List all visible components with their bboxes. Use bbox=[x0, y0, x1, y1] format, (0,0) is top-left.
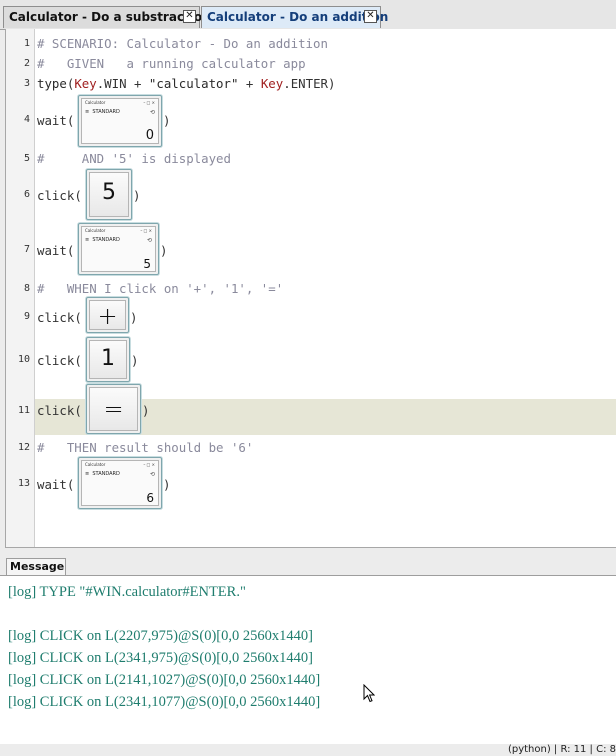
key-equals-pattern[interactable]: = bbox=[86, 384, 141, 434]
key-attr: .ENTER bbox=[283, 76, 328, 91]
close-paren: ) bbox=[163, 477, 171, 492]
status-bar: (python) | R: 11 | C: 8 bbox=[0, 744, 616, 756]
close-icon[interactable]: ✕ bbox=[364, 10, 377, 23]
mini-menu-label: ≡ STANDARD bbox=[85, 471, 120, 477]
open-paren: ( bbox=[74, 353, 82, 368]
calculator-screenshot-pattern[interactable]: Calculator – □ × ≡ STANDARD ⟲ 5 bbox=[78, 223, 159, 275]
line-number: 9 bbox=[23, 311, 30, 322]
line-number: 6 bbox=[23, 189, 30, 200]
open-paren: ( bbox=[74, 403, 82, 418]
function-name: click bbox=[37, 403, 75, 418]
status-text: (python) | R: 11 | C: 8 bbox=[507, 744, 616, 755]
code-line-click: click( bbox=[37, 310, 82, 325]
string-literal: "calculator" bbox=[148, 76, 239, 91]
line-number: 3 bbox=[23, 78, 30, 89]
open-paren: ( bbox=[66, 113, 75, 128]
function-name: wait bbox=[37, 477, 67, 492]
close-paren: ) bbox=[160, 243, 168, 258]
mini-display-value: 0 bbox=[145, 128, 154, 143]
mini-window-title: Calculator bbox=[85, 100, 106, 105]
code-line-comment: # SCENARIO: Calculator - Do an addition bbox=[37, 36, 328, 51]
mouse-pointer-icon bbox=[363, 684, 375, 703]
key-label: = bbox=[103, 395, 124, 423]
line-number: 2 bbox=[23, 58, 30, 69]
code-line-type: type(Key.WIN + "calculator" + Key.ENTER) bbox=[37, 76, 335, 91]
line-number: 5 bbox=[23, 153, 30, 164]
line-number: 12 bbox=[17, 442, 30, 453]
close-paren: ) bbox=[133, 188, 141, 203]
tab-label: Calculator - Do a substraction bbox=[9, 10, 211, 24]
message-tab[interactable]: Message bbox=[6, 558, 66, 575]
key-plus-pattern[interactable]: + bbox=[86, 297, 129, 333]
code-line-click: click( bbox=[37, 353, 82, 368]
code-line-wait: wait( bbox=[37, 243, 74, 258]
history-icon: ⟲ bbox=[149, 471, 155, 478]
mini-window-title: Calculator bbox=[85, 228, 106, 233]
mini-window-controls: – □ × bbox=[143, 100, 155, 105]
line-number: 7 bbox=[23, 244, 30, 255]
open-paren: ( bbox=[66, 477, 75, 492]
mini-display-value: 5 bbox=[143, 257, 151, 271]
log-line: [log] CLICK on L(2141,1027)@S(0)[0,0 256… bbox=[8, 672, 321, 688]
calculator-screenshot-pattern[interactable]: Calculator – □ × ≡ STANDARD ⟲ 0 bbox=[78, 95, 162, 147]
key-label: 5 bbox=[102, 180, 116, 205]
log-line: [log] CLICK on L(2341,1077)@S(0)[0,0 256… bbox=[8, 694, 321, 710]
history-icon: ⟲ bbox=[146, 237, 152, 244]
close-paren: ) bbox=[130, 310, 138, 325]
history-icon: ⟲ bbox=[149, 109, 155, 116]
log-line: [log] CLICK on L(2207,975)@S(0)[0,0 2560… bbox=[8, 628, 313, 644]
close-paren: ) bbox=[163, 113, 171, 128]
code-editor[interactable]: 1 2 3 4 5 6 7 8 9 10 11 12 13 # SCENARIO… bbox=[5, 29, 616, 548]
open-paren: ( bbox=[74, 188, 82, 203]
function-name: wait bbox=[37, 113, 67, 128]
key-label: 1 bbox=[101, 346, 115, 371]
operator: + bbox=[238, 76, 261, 91]
mini-window-controls: – □ × bbox=[140, 228, 152, 233]
log-line: [log] CLICK on L(2341,975)@S(0)[0,0 2560… bbox=[8, 650, 313, 666]
close-paren: ) bbox=[142, 403, 150, 418]
message-log-area[interactable]: [log] TYPE "#WIN.calculator#ENTER." [log… bbox=[0, 575, 616, 744]
log-line: [log] TYPE "#WIN.calculator#ENTER." bbox=[8, 584, 246, 600]
tab-substraction[interactable]: Calculator - Do a substraction bbox=[3, 6, 211, 28]
function-name: click bbox=[37, 310, 75, 325]
code-line-comment: # GIVEN a running calculator app bbox=[37, 56, 306, 71]
function-name: click bbox=[37, 188, 75, 203]
line-number: 1 bbox=[23, 38, 30, 49]
tab-bar: Calculator - Do a substraction ✕ Calcula… bbox=[0, 0, 616, 30]
close-paren: ) bbox=[131, 353, 139, 368]
line-number: 4 bbox=[23, 114, 30, 125]
key-class: Key bbox=[74, 76, 97, 91]
code-line-click: click( bbox=[37, 403, 82, 418]
line-number: 8 bbox=[23, 283, 30, 294]
code-line-wait: wait( bbox=[37, 113, 74, 128]
mini-menu-label: ≡ STANDARD bbox=[85, 109, 120, 115]
key-label: + bbox=[97, 302, 118, 330]
key-attr: .WIN + bbox=[96, 76, 149, 91]
code-line-wait: wait( bbox=[37, 477, 74, 492]
open-paren: ( bbox=[74, 310, 82, 325]
tab-addition[interactable]: Calculator - Do an addition bbox=[201, 6, 388, 28]
mini-window-title: Calculator bbox=[85, 462, 106, 467]
line-number: 11 bbox=[17, 405, 30, 416]
code-line-comment: # WHEN I click on '+', '1', '=' bbox=[37, 281, 284, 296]
key-class: Key bbox=[260, 76, 284, 91]
open-paren: ( bbox=[66, 243, 75, 258]
close-paren: ) bbox=[328, 76, 336, 91]
function-name: wait bbox=[37, 243, 67, 258]
function-name: type bbox=[37, 76, 67, 91]
mini-display-value: 6 bbox=[146, 491, 154, 505]
key-1-pattern[interactable]: 1 bbox=[86, 337, 130, 382]
mini-window-controls: – □ × bbox=[143, 462, 155, 467]
calculator-screenshot-pattern[interactable]: Calculator – □ × ≡ STANDARD ⟲ 6 bbox=[78, 457, 162, 509]
code-line-click: click( bbox=[37, 188, 82, 203]
function-name: click bbox=[37, 353, 75, 368]
close-icon[interactable]: ✕ bbox=[183, 10, 196, 23]
tab-label: Calculator - Do an addition bbox=[207, 10, 389, 24]
line-number: 10 bbox=[17, 354, 30, 365]
code-line-comment: # THEN result should be '6' bbox=[37, 440, 254, 455]
code-line-comment: # AND '5' is displayed bbox=[37, 151, 231, 166]
key-5-pattern[interactable]: 5 bbox=[86, 169, 132, 220]
line-number: 13 bbox=[17, 478, 30, 489]
mini-menu-label: ≡ STANDARD bbox=[85, 237, 120, 243]
